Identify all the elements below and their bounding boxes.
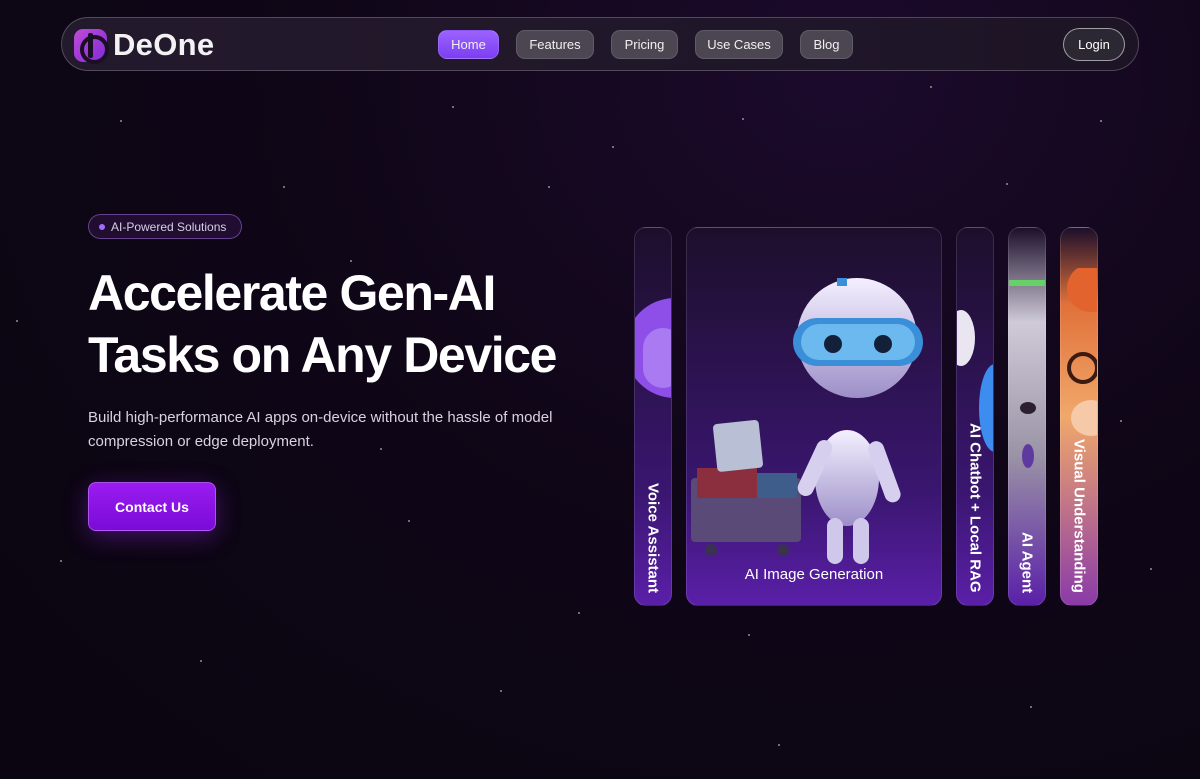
card-voice-assistant[interactable]: Voice Assistant [634,227,672,606]
brand-logo[interactable]: DeOne [74,27,215,64]
card-label-chatbot: AI Chatbot + Local RAG [966,423,984,593]
contact-us-button[interactable]: Contact Us [88,482,216,531]
card-label-image-generation: AI Image Generation [744,566,884,583]
card-label-voice: Voice Assistant [644,482,662,593]
top-navbar: DeOne Home Features Pricing Use Cases Bl… [61,17,1139,71]
hero-subtext: Build high-performance AI apps on-device… [88,409,553,450]
card-label-visual: Visual Understanding [1070,439,1088,593]
badge-dot-icon [99,223,105,230]
nav-use-cases[interactable]: Use Cases [695,30,783,59]
card-visual-understanding[interactable]: Visual Understanding [1060,227,1098,606]
card-ai-chatbot-rag[interactable]: AI Chatbot + Local RAG [956,227,994,606]
hero-headline: Accelerate Gen-AI Tasks on Any Device [88,262,608,386]
deone-logo-icon [74,28,109,64]
card-ai-agent[interactable]: AI Agent [1008,227,1046,606]
card-label-agent: AI Agent [1018,531,1036,593]
badge-label: AI-Powered Solutions [111,219,227,234]
ai-agent-art-icon [1009,280,1045,468]
visual-understanding-art-icon [1067,268,1097,436]
nav-home[interactable]: Home [438,30,499,59]
headline-line-2: Tasks on Any Device [88,327,557,383]
headline-line-1: Accelerate Gen-AI [88,265,496,321]
nav-blog[interactable]: Blog [800,30,853,59]
ai-powered-badge: AI-Powered Solutions [88,214,242,239]
brand-name: DeOne [113,27,215,62]
card-ai-image-generation[interactable]: AI Image Generation [686,227,942,606]
nav-pricing[interactable]: Pricing [611,30,678,59]
nav-features[interactable]: Features [516,30,594,59]
login-button[interactable]: Login [1063,28,1125,61]
voice-assistant-art-icon [635,298,671,398]
robot-illustration-icon [691,278,923,564]
